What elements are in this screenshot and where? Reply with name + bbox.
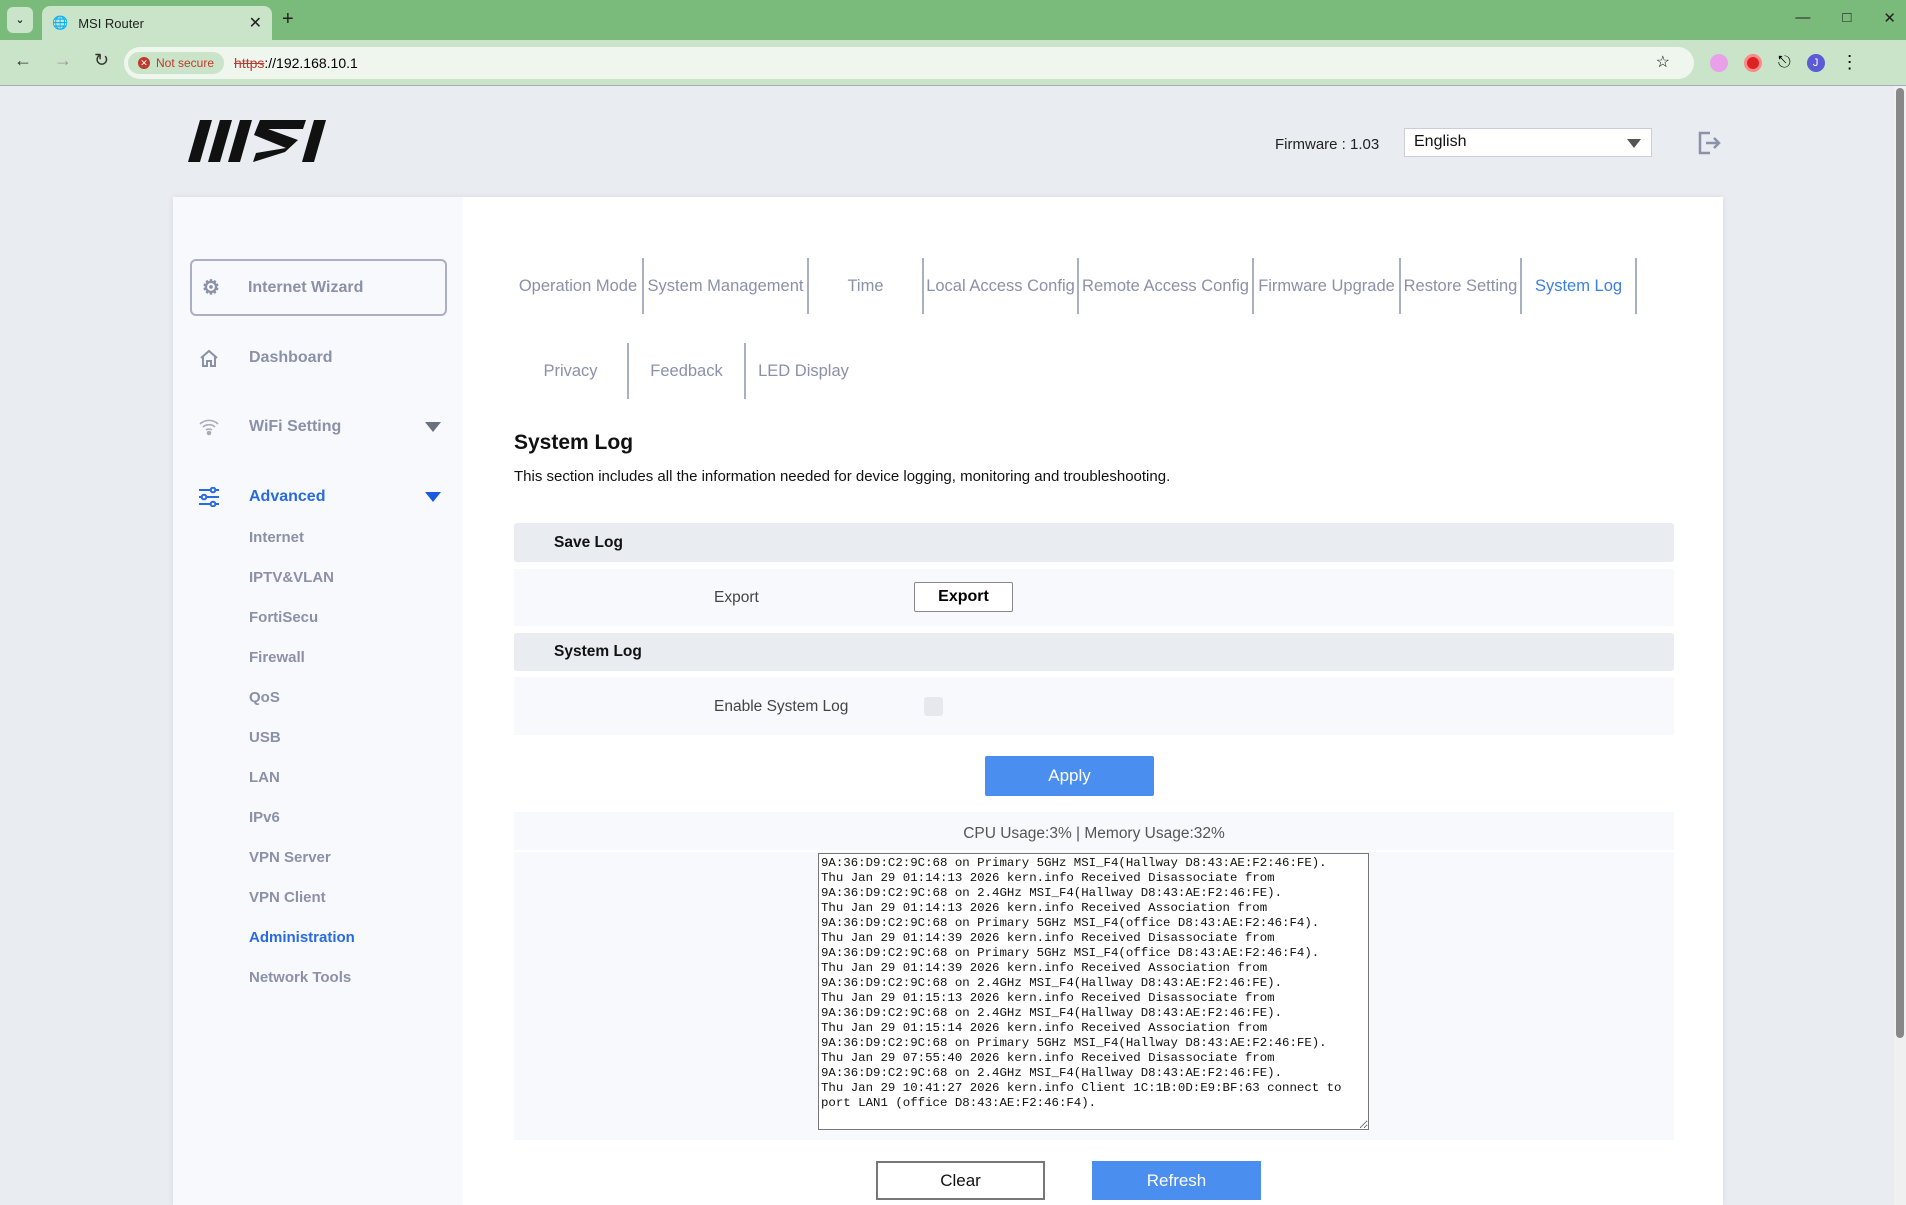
- browser-tab[interactable]: 🌐 MSI Router ✕: [42, 6, 272, 40]
- clear-button[interactable]: Clear: [876, 1161, 1045, 1200]
- security-badge[interactable]: ✕ Not secure: [128, 52, 225, 74]
- globe-icon: 🌐: [52, 15, 69, 30]
- system-log-textarea[interactable]: 9A:36:D9:C2:9C:68 on Primary 5GHz MSI_F4…: [818, 853, 1369, 1130]
- sidebar-subitem-qos[interactable]: QoS: [249, 689, 280, 706]
- tab-system-management[interactable]: System Management: [644, 258, 809, 314]
- sidebar-label: WiFi Setting: [249, 418, 342, 435]
- language-select[interactable]: English: [1404, 128, 1652, 157]
- export-row: Export: [514, 569, 1674, 626]
- tab-local-access-config[interactable]: Local Access Config: [924, 258, 1079, 314]
- tab-firmware-upgrade[interactable]: Firmware Upgrade: [1254, 258, 1401, 314]
- chevron-down-icon: [1627, 139, 1641, 148]
- close-tab-icon[interactable]: ✕: [249, 13, 262, 33]
- tab-operation-mode[interactable]: Operation Mode: [514, 258, 644, 314]
- enable-system-log-checkbox[interactable]: [924, 697, 943, 716]
- sidebar-item-wifi-setting[interactable]: WiFi Setting: [197, 418, 441, 436]
- enable-system-log-label: Enable System Log: [714, 698, 849, 715]
- internet-wizard-button[interactable]: ⚙ Internet Wizard: [190, 259, 447, 316]
- system-log-section-header: System Log: [514, 633, 1674, 671]
- security-text: Not secure: [156, 56, 215, 70]
- extensions-puzzle-icon[interactable]: ⎋: [1778, 54, 1791, 72]
- tab-feedback[interactable]: Feedback: [629, 343, 746, 399]
- url-bar[interactable]: ✕ Not secure https://192.168.10.1 ☆: [124, 47, 1694, 79]
- export-label: Export: [714, 589, 759, 606]
- export-button[interactable]: Export: [914, 582, 1013, 612]
- section-title: System Log: [554, 643, 642, 660]
- sidebar-item-dashboard[interactable]: Dashboard: [197, 348, 441, 368]
- maximize-icon[interactable]: □: [1842, 9, 1851, 27]
- extension-icon[interactable]: [1710, 53, 1728, 72]
- chevron-down-icon: [425, 492, 441, 502]
- sidebar-subitem-network-tools[interactable]: Network Tools: [249, 969, 351, 986]
- sidebar-subitem-fortisecu[interactable]: FortiSecu: [249, 609, 318, 626]
- record-extension-icon[interactable]: [1744, 53, 1762, 72]
- wizard-label: Internet Wizard: [247, 278, 364, 296]
- new-tab-button[interactable]: +: [282, 8, 294, 31]
- sidebar-subitem-ipv6[interactable]: IPv6: [249, 809, 280, 826]
- tab-search-button[interactable]: ⌄: [7, 7, 33, 33]
- sidebar-subitem-firewall[interactable]: Firewall: [249, 649, 305, 666]
- profile-avatar[interactable]: J: [1806, 53, 1825, 72]
- bookmark-star-icon[interactable]: ☆: [1656, 52, 1670, 72]
- sidebar-subitem-iptv-vlan[interactable]: IPTV&VLAN: [249, 569, 334, 586]
- tab-system-log[interactable]: System Log: [1522, 258, 1637, 314]
- chevron-down-icon: [425, 422, 441, 432]
- usage-stats: CPU Usage:3% | Memory Usage:32%: [514, 825, 1674, 852]
- back-icon[interactable]: ←: [14, 50, 32, 71]
- firmware-version: Firmware : 1.03: [1275, 136, 1380, 153]
- enable-log-row: Enable System Log: [514, 677, 1674, 735]
- sidebar-subitem-vpn-client[interactable]: VPN Client: [249, 889, 326, 906]
- sidebar-subitem-usb[interactable]: USB: [249, 729, 281, 746]
- sidebar-subitem-internet[interactable]: Internet: [249, 529, 304, 546]
- warning-icon: ✕: [138, 57, 150, 69]
- close-window-icon[interactable]: ✕: [1883, 9, 1896, 27]
- forward-icon[interactable]: →: [54, 50, 72, 71]
- page-title: System Log: [514, 431, 634, 454]
- url-scheme: https: [234, 55, 265, 71]
- sidebar-label: Advanced: [249, 488, 326, 505]
- url-text: ://192.168.10.1: [264, 55, 358, 71]
- gear-icon: ⚙: [202, 277, 220, 299]
- sliders-icon: [197, 487, 221, 507]
- language-value: English: [1414, 133, 1467, 150]
- menu-dots-icon[interactable]: ⋮: [1841, 52, 1859, 73]
- refresh-button[interactable]: Refresh: [1092, 1161, 1261, 1200]
- scrollbar-thumb[interactable]: [1896, 88, 1904, 1038]
- sidebar-subitem-administration[interactable]: Administration: [249, 929, 355, 946]
- tab-privacy[interactable]: Privacy: [514, 343, 629, 399]
- page-scrollbar[interactable]: [1894, 86, 1906, 1205]
- tab-time[interactable]: Time: [809, 258, 924, 314]
- minimize-icon[interactable]: —: [1795, 9, 1810, 27]
- sidebar-item-advanced[interactable]: Advanced: [197, 487, 441, 507]
- tab-led-display[interactable]: LED Display: [746, 343, 861, 399]
- reload-icon[interactable]: ↻: [94, 50, 109, 71]
- logout-icon[interactable]: [1696, 130, 1722, 161]
- apply-button[interactable]: Apply: [985, 756, 1154, 796]
- sidebar-subitem-lan[interactable]: LAN: [249, 769, 280, 786]
- tab-restore-setting[interactable]: Restore Setting: [1401, 258, 1522, 314]
- section-title: Save Log: [554, 533, 623, 551]
- page-description: This section includes all the informatio…: [514, 468, 1171, 485]
- wifi-icon: [197, 418, 221, 436]
- sidebar-label: Dashboard: [249, 349, 333, 366]
- msi-logo: [188, 120, 326, 167]
- sidebar-subitem-vpn-server[interactable]: VPN Server: [249, 849, 331, 866]
- tab-title: MSI Router: [78, 15, 144, 31]
- save-log-section-header: Save Log: [514, 523, 1674, 562]
- home-icon: [197, 348, 221, 368]
- tab-remote-access-config[interactable]: Remote Access Config: [1079, 258, 1254, 314]
